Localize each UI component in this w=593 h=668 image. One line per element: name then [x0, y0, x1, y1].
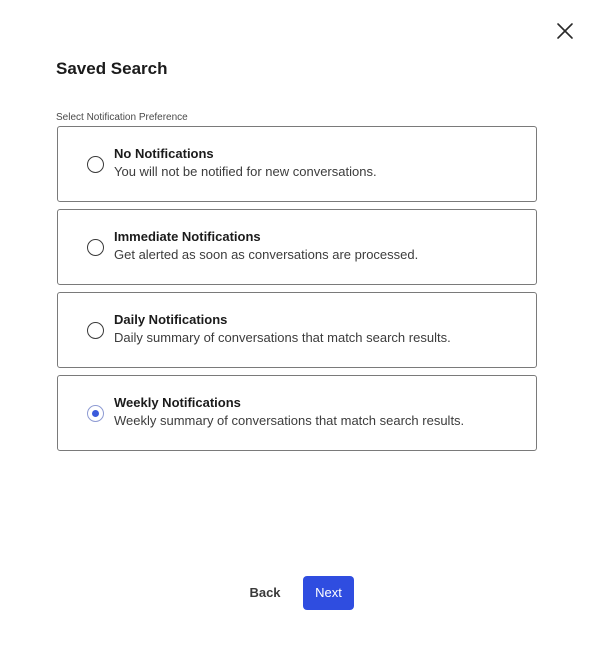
- option-text: Daily Notifications Daily summary of con…: [114, 311, 451, 347]
- option-no-notifications[interactable]: No Notifications You will not be notifie…: [57, 126, 537, 202]
- notification-options: No Notifications You will not be notifie…: [57, 126, 537, 458]
- option-text: Immediate Notifications Get alerted as s…: [114, 228, 418, 264]
- option-title: No Notifications: [114, 146, 214, 161]
- radio-daily-notifications[interactable]: [87, 322, 104, 339]
- option-description: Get alerted as soon as conversations are…: [114, 247, 419, 262]
- option-description: Weekly summary of conversations that mat…: [114, 413, 465, 428]
- radio-selected-dot: [92, 410, 99, 417]
- option-weekly-notifications[interactable]: Weekly Notifications Weekly summary of c…: [57, 375, 537, 451]
- option-description: You will not be notified for new convers…: [114, 164, 377, 179]
- option-daily-notifications[interactable]: Daily Notifications Daily summary of con…: [57, 292, 537, 368]
- radio-no-notifications[interactable]: [87, 156, 104, 173]
- option-title: Daily Notifications: [114, 312, 228, 327]
- saved-search-dialog: Saved Search Select Notification Prefere…: [0, 0, 593, 668]
- dialog-footer: Back Next: [0, 576, 593, 610]
- option-description: Daily summary of conversations that matc…: [114, 330, 451, 345]
- radio-weekly-notifications[interactable]: [87, 405, 104, 422]
- option-immediate-notifications[interactable]: Immediate Notifications Get alerted as s…: [57, 209, 537, 285]
- close-button[interactable]: [553, 19, 577, 43]
- notification-preference-label: Select Notification Preference: [56, 112, 188, 123]
- option-title: Immediate Notifications: [114, 229, 261, 244]
- option-text: Weekly Notifications Weekly summary of c…: [114, 394, 464, 430]
- option-title: Weekly Notifications: [114, 395, 241, 410]
- next-button[interactable]: Next: [303, 576, 354, 610]
- back-button[interactable]: Back: [240, 576, 290, 610]
- radio-immediate-notifications[interactable]: [87, 239, 104, 256]
- option-text: No Notifications You will not be notifie…: [114, 145, 377, 181]
- close-icon[interactable]: [555, 21, 575, 41]
- dialog-title: Saved Search: [56, 59, 168, 78]
